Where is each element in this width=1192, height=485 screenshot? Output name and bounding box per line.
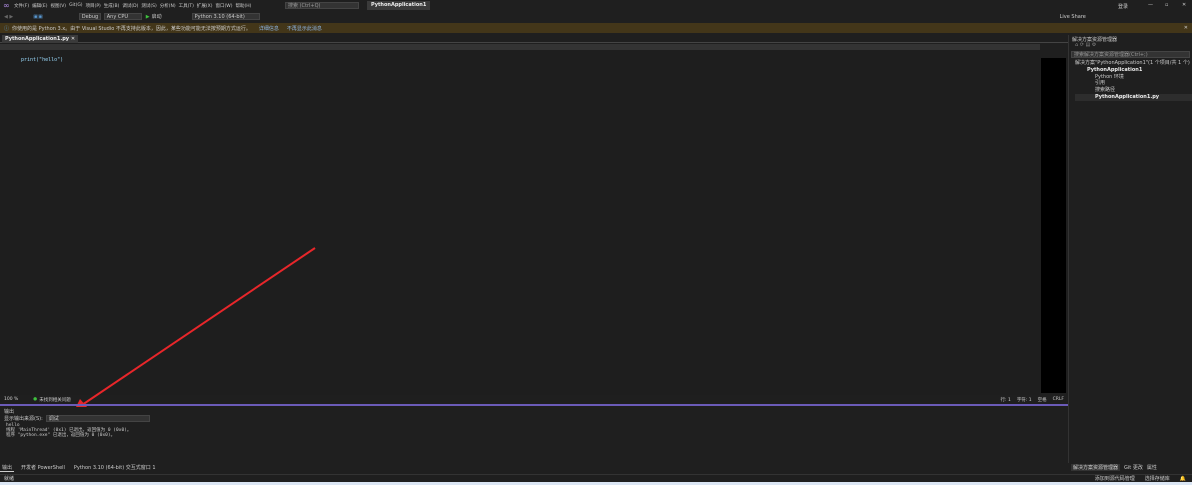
zoom-level[interactable]: 100 % — [4, 397, 18, 402]
bottom-tabs: 输出 开发者 PowerShell Python 3.10 (64-bit) 交… — [0, 463, 1068, 472]
issues-status[interactable]: 未找到相关问题 — [39, 397, 71, 403]
line-number[interactable]: 行: 1 — [1001, 397, 1011, 403]
menu-edit[interactable]: 编辑(E) — [32, 3, 47, 9]
solution-search-input[interactable]: 搜索解决方案资源管理器(Ctrl+;) — [1071, 51, 1190, 58]
menu-analyze[interactable]: 分析(N) — [160, 3, 176, 9]
notification-bell-icon[interactable]: 🔔 — [1180, 476, 1186, 482]
column-number[interactable]: 字符: 1 — [1017, 397, 1032, 403]
tree-solution[interactable]: 解决方案"PythonApplication1"(1 个项目/共 1 个) — [1075, 60, 1192, 67]
select-repo[interactable]: 选择存储库 — [1145, 475, 1170, 482]
menu-build[interactable]: 生成(B) — [104, 3, 120, 9]
output-panel: 输出 显示输出来源(S): 调试 — [0, 407, 1068, 463]
menu-extensions[interactable]: 扩展(X) — [197, 3, 213, 9]
indent-mode[interactable]: 空格 — [1038, 397, 1047, 403]
check-icon: ● — [33, 397, 38, 402]
output-line: 程序 "python.exe" 已退出，返回值为 0 (0x0)。 — [6, 433, 116, 438]
tree-project[interactable]: PythonApplication1 — [1075, 67, 1192, 74]
menu-git[interactable]: Git(G) — [69, 3, 83, 8]
menu-window[interactable]: 窗口(W) — [216, 3, 233, 9]
solution-explorer: 解决方案资源管理器 ⌂ ⟳ ▤ ⚙ 搜索解决方案资源管理器(Ctrl+;) 解决… — [1068, 35, 1192, 471]
tab-developer-powershell[interactable]: 开发者 PowerShell — [19, 464, 67, 471]
output-title: 输出 — [4, 409, 15, 415]
menu-bar: ∞ 文件(F) 编辑(E) 视图(V) Git(G) 项目(P) 生成(B) 调… — [0, 0, 282, 11]
line-ending[interactable]: CRLF — [1053, 397, 1064, 402]
tab-output[interactable]: 输出 — [0, 464, 15, 472]
ready-status: 就绪 — [4, 476, 15, 482]
visual-studio-logo-icon: ∞ — [3, 0, 10, 10]
tab-git-changes[interactable]: Git 更改 — [1124, 464, 1143, 471]
status-bar: 就绪 添加到源代码管理 选择存储库 🔔 — [0, 474, 1192, 482]
tab-python-interactive[interactable]: Python 3.10 (64-bit) 交互式窗口 1 — [72, 464, 158, 471]
solution-explorer-title: 解决方案资源管理器 — [1072, 37, 1118, 43]
tree-search-paths[interactable]: 搜索路径 — [1075, 87, 1192, 94]
output-source-dropdown[interactable]: 调试 — [45, 415, 150, 422]
tab-properties[interactable]: 属性 — [1147, 464, 1157, 471]
add-source-control[interactable]: 添加到源代码管理 — [1095, 475, 1135, 482]
output-source-label: 显示输出来源(S): — [4, 416, 43, 422]
solution-explorer-toolbar: ⌂ ⟳ ▤ ⚙ — [1075, 42, 1097, 48]
menu-project[interactable]: 项目(P) — [86, 3, 101, 9]
menu-file[interactable]: 文件(F) — [14, 3, 29, 9]
menu-help[interactable]: 帮助(H) — [236, 3, 252, 9]
panel-divider[interactable] — [0, 404, 1068, 406]
menu-debug[interactable]: 调试(D) — [122, 3, 138, 9]
output-text: hello 线程 'MainThread' (0x1) 已退出，返回值为 0 (0… — [6, 423, 131, 438]
editor-status-bar: 100 % ● 未找到相关问题 行: 1 字符: 1 空格 CRLF — [0, 396, 1068, 403]
tree-references[interactable]: 引用 — [1075, 80, 1192, 87]
tree-python-env[interactable]: Python 环境 — [1075, 74, 1192, 81]
menu-tools[interactable]: 工具(T) — [179, 3, 194, 9]
menu-test[interactable]: 测试(S) — [141, 3, 156, 9]
menu-view[interactable]: 视图(V) — [50, 3, 66, 9]
tab-solution-explorer[interactable]: 解决方案资源管理器 — [1071, 464, 1121, 471]
tree-file[interactable]: PythonApplication1.py — [1075, 93, 1192, 101]
